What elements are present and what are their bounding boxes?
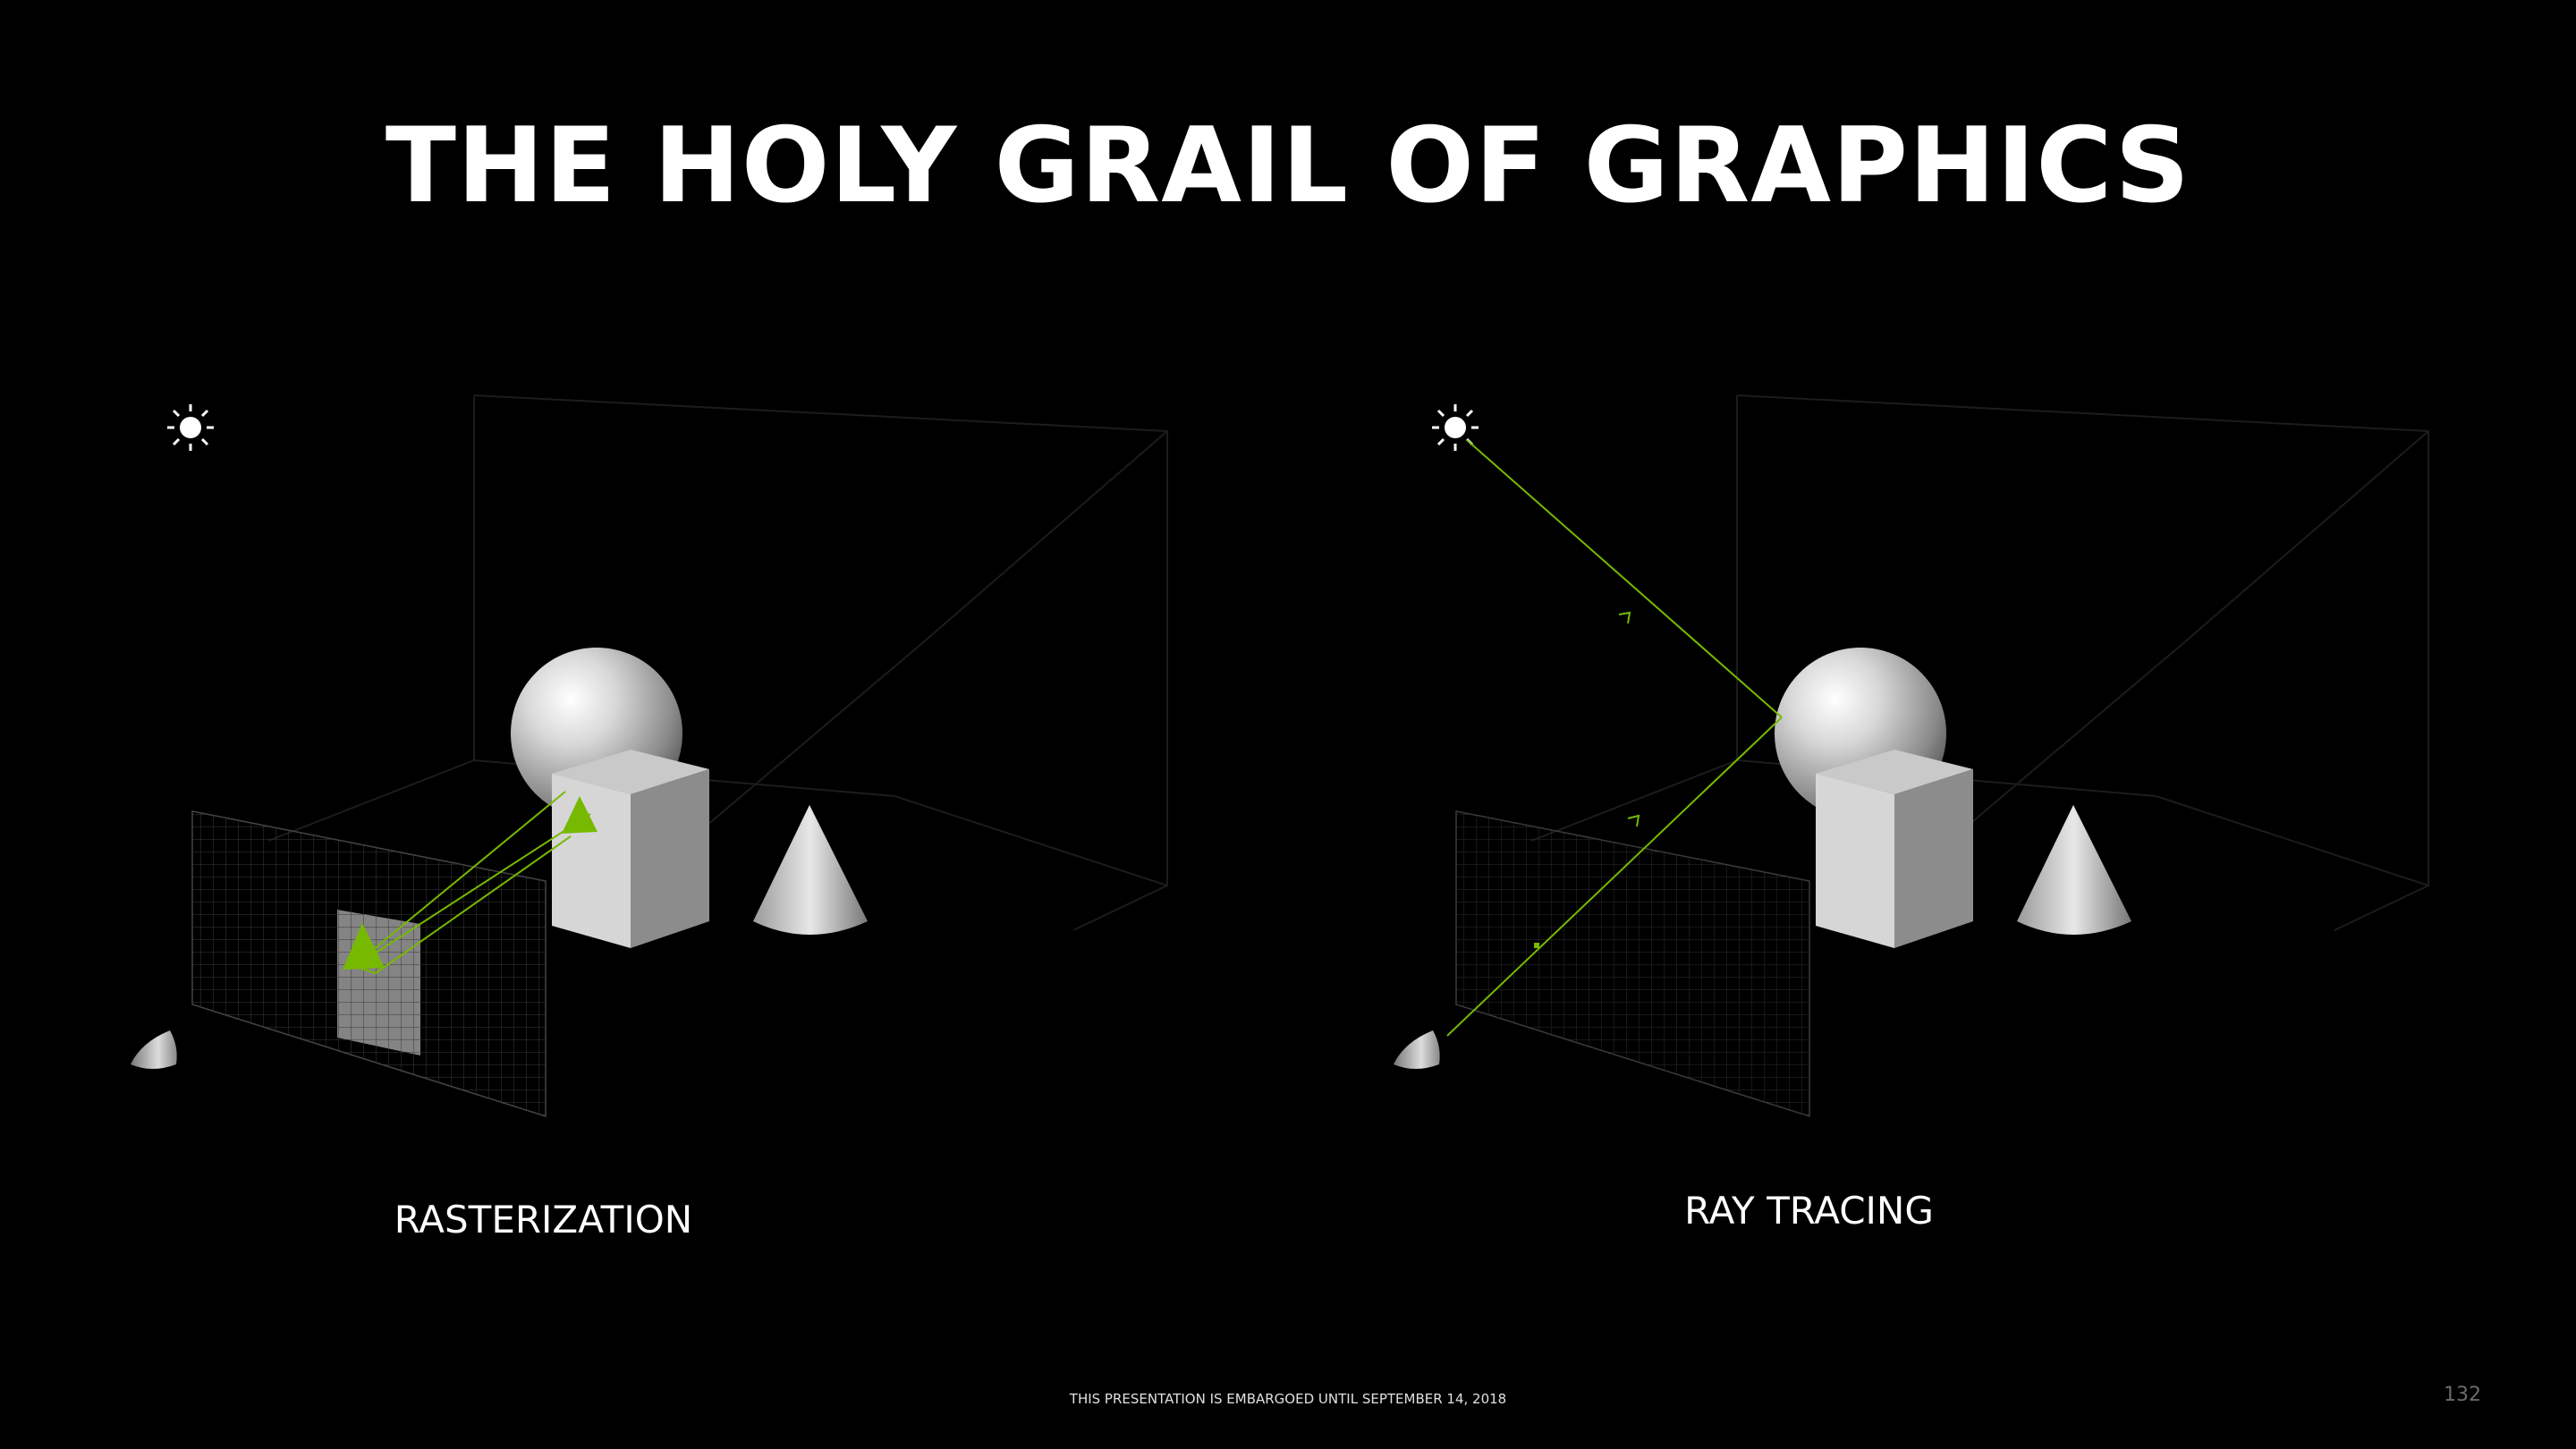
cube <box>552 750 709 948</box>
slide: THE HOLY GRAIL OF GRAPHICS RASTERIZATION… <box>0 0 2576 1449</box>
ray-tracing-panel: RAY TRACING <box>1288 376 2576 1230</box>
ray-tracing-scene <box>1394 394 2429 1118</box>
camera-icon <box>1394 1030 1440 1069</box>
cone <box>753 805 868 935</box>
rasterization-caption: RASTERIZATION <box>394 1198 693 1241</box>
cube <box>1816 750 1973 948</box>
room-wireframe <box>1530 394 2429 931</box>
page-number: 132 <box>2444 1384 2481 1406</box>
hit-pixel <box>1534 943 1539 948</box>
rasterization-scene <box>131 394 1168 1118</box>
light-source-icon <box>167 404 214 451</box>
cone <box>2017 805 2131 935</box>
rasterization-panel: RASTERIZATION <box>0 376 1288 1239</box>
ray-tracing-caption: RAY TRACING <box>1684 1189 1934 1233</box>
room-wireframe <box>267 394 1168 931</box>
image-plane-grid <box>1455 810 1810 1118</box>
slide-title: THE HOLY GRAIL OF GRAPHICS <box>385 106 2191 226</box>
camera-icon <box>131 1030 177 1069</box>
embargo-footer: THIS PRESENTATION IS EMBARGOED UNTIL SEP… <box>1069 1391 1507 1407</box>
